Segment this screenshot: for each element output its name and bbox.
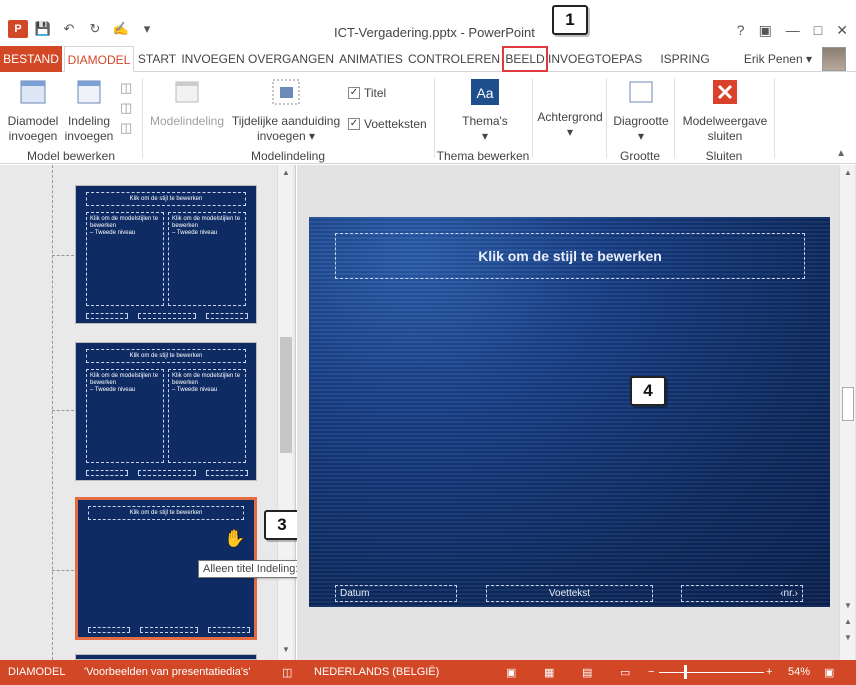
tab-bestand[interactable]: BESTAND (0, 46, 62, 72)
spellcheck-icon[interactable]: ◫ (282, 666, 292, 679)
tijdelijke-aanduiding-button[interactable]: Tijdelijke aanduiding invoegen ▾ (228, 78, 344, 144)
group-thema-bewerken: Thema bewerken (436, 149, 530, 163)
preserve-icon[interactable]: ◫ (120, 118, 132, 138)
tab-start[interactable]: START (136, 46, 178, 72)
callout-3: 3 (264, 510, 300, 540)
redo-icon[interactable]: ↻ (84, 20, 106, 38)
help-icon[interactable]: ? (737, 22, 745, 39)
scroll-thumb[interactable] (842, 387, 854, 421)
minimize-icon[interactable]: — (786, 22, 800, 39)
hand-cursor-icon: ✋ (224, 529, 246, 548)
group-grootte: Grootte (619, 149, 661, 163)
themes-icon: Aa (471, 79, 499, 105)
group-sluiten: Sluiten (705, 149, 743, 163)
tab-invoegen[interactable]: INVOEGEN (180, 46, 246, 72)
editor-scrollbar[interactable]: ▲ ▼ ▲ ▼ (839, 165, 855, 660)
previous-slide-icon[interactable]: ▲ (842, 617, 854, 629)
layout-thumbnail[interactable]: Klik om de stijl te bewerken Klik om de … (75, 342, 257, 481)
zoom-in-button[interactable]: + (766, 666, 772, 678)
status-bar: DIAMODEL 'Voorbeelden van presentatiedia… (0, 660, 856, 685)
scroll-up-icon[interactable]: ▲ (842, 168, 854, 180)
next-slide-icon[interactable]: ▼ (842, 633, 854, 645)
normal-view-icon[interactable]: ▣ (506, 666, 516, 679)
powerpoint-logo-icon: P (8, 20, 28, 38)
touch-mode-icon[interactable]: ✍ (110, 20, 132, 38)
svg-text:Aa: Aa (476, 85, 493, 101)
window-controls: ? ▣ — □ ✕ (737, 22, 848, 39)
language-label[interactable]: NEDERLANDS (BELGIË) (314, 666, 439, 678)
zoom-level-label[interactable]: 54% (788, 666, 810, 678)
scroll-down-icon[interactable]: ▼ (280, 645, 292, 657)
ribbon-tabs: BESTAND DIAMODEL START INVOEGEN OVERGANG… (0, 46, 856, 92)
voetteksten-checkbox[interactable]: ✓ Voetteksten (348, 117, 427, 131)
small-edit-icons: ◫ ◫ ◫ (120, 78, 132, 138)
delete-icon[interactable]: ◫ (120, 78, 132, 98)
view-mode-label: DIAMODEL (8, 666, 66, 678)
save-icon[interactable]: 💾 (32, 20, 54, 38)
tab-beeld[interactable]: BEELD (502, 46, 548, 72)
user-name[interactable]: Erik Penen ▾ (744, 52, 812, 66)
tab-controleren[interactable]: CONTROLEREN (408, 46, 500, 72)
footer-placeholder[interactable]: Voettekst (486, 585, 653, 602)
theme-name-label: 'Voorbeelden van presentatiedia's' (84, 666, 251, 678)
tab-ispring[interactable]: ISPRING PRESE (642, 46, 728, 92)
customize-icon[interactable]: ▾ (136, 20, 158, 38)
themas-button[interactable]: Aa Thema's ▾ (448, 78, 522, 144)
reading-view-icon[interactable]: ▤ (582, 666, 592, 679)
tab-overgangen[interactable]: OVERGANGEN (248, 46, 334, 72)
zoom-slider-handle[interactable] (684, 665, 687, 679)
insert-master-icon (20, 80, 46, 104)
slide-number-placeholder[interactable]: ‹nr.› (681, 585, 803, 602)
tab-invoegtoepas[interactable]: INVOEGTOEPAS (548, 46, 642, 72)
title-bar: P 💾 ↶ ↻ ✍ ▾ ICT-Vergadering.pptx - Power… (0, 0, 856, 44)
layout-thumbnail[interactable]: Klik om de stijl te bewerken Klik om de … (75, 185, 257, 324)
modelweergave-sluiten-button[interactable]: Modelweergave sluiten (680, 78, 770, 144)
maximize-icon[interactable]: □ (814, 22, 822, 39)
rename-icon[interactable]: ◫ (120, 98, 132, 118)
slide-canvas[interactable]: Klik om de stijl te bewerken Datum Voett… (309, 217, 830, 607)
ribbon: Diamodel invoegen Indeling invoegen ◫ ◫ ◫ … (0, 72, 856, 164)
collapse-ribbon-icon[interactable]: ▲ (836, 148, 846, 159)
titel-checkbox[interactable]: ✓ Titel (348, 86, 386, 100)
diamodel-invoegen-button[interactable]: Diamodel invoegen (4, 78, 62, 144)
group-model-bewerken: Model bewerken (26, 149, 116, 163)
fit-to-window-icon[interactable]: ▣ (824, 666, 834, 679)
group-modelindeling: Modelindeling (250, 149, 326, 163)
ribbon-display-icon[interactable]: ▣ (759, 22, 772, 39)
avatar[interactable] (822, 47, 846, 71)
diagrootte-button[interactable]: Diagrootte ▾ (608, 78, 674, 144)
date-placeholder[interactable]: Datum (335, 585, 457, 602)
scroll-up-icon[interactable]: ▲ (280, 168, 292, 180)
window-title: ICT-Vergadering.pptx - PowerPoint (334, 25, 535, 40)
tab-diamodel[interactable]: DIAMODEL (64, 46, 134, 72)
close-master-view-icon (713, 80, 737, 104)
placeholder-icon (272, 79, 300, 105)
undo-icon[interactable]: ↶ (58, 20, 80, 38)
insert-layout-icon (77, 80, 101, 104)
callout-1: 1 (552, 5, 588, 35)
scroll-thumb[interactable] (280, 337, 292, 453)
zoom-out-button[interactable]: − (648, 666, 654, 678)
tab-animaties[interactable]: ANIMATIES (336, 46, 406, 72)
slide-size-icon (629, 81, 653, 103)
slideshow-icon[interactable]: ▭ (620, 666, 630, 679)
master-layout-icon (175, 81, 199, 103)
slide-title-placeholder[interactable]: Klik om de stijl te bewerken (335, 233, 805, 279)
modelindeling-button[interactable]: Modelindeling (146, 78, 228, 129)
close-icon[interactable]: ✕ (836, 22, 848, 39)
indeling-invoegen-button[interactable]: Indeling invoegen (62, 78, 116, 144)
scroll-down-icon[interactable]: ▼ (842, 601, 854, 613)
slide-sorter-icon[interactable]: ▦ (544, 666, 554, 679)
thumbnail-scrollbar[interactable]: ▲ ▼ (277, 165, 293, 660)
callout-4: 4 (630, 376, 666, 406)
quick-access-toolbar: P 💾 ↶ ↻ ✍ ▾ (8, 20, 158, 38)
achtergrond-button[interactable]: Achtergrond ▾ (534, 110, 606, 140)
zoom-slider[interactable] (659, 672, 764, 673)
